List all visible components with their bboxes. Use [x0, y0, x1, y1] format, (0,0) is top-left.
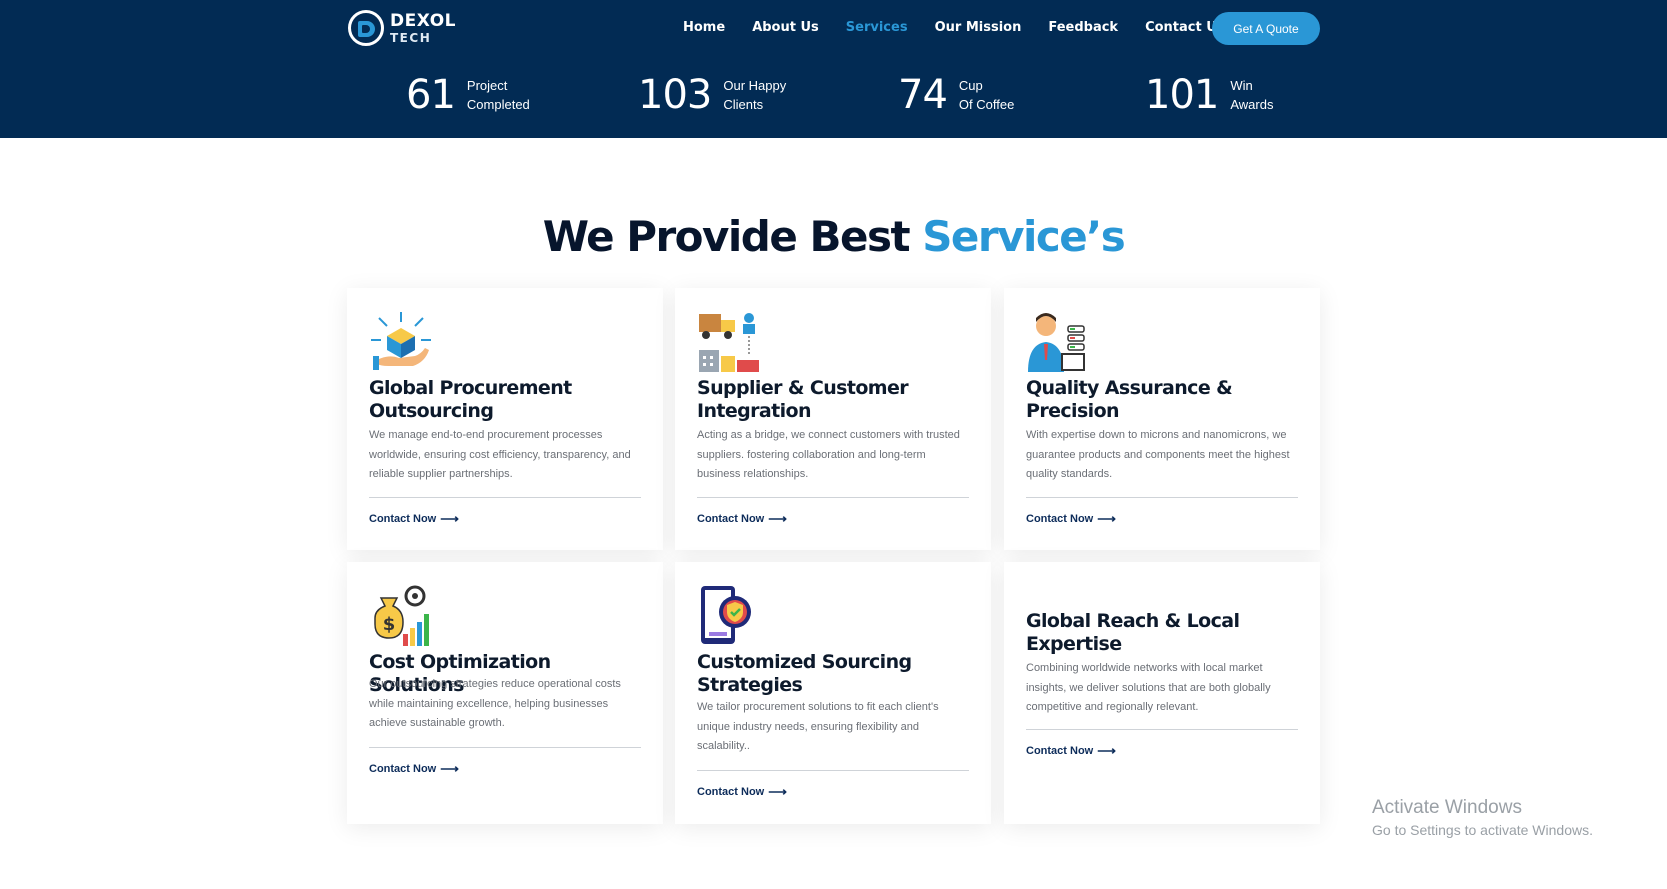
procurement-hand-icon: [371, 312, 431, 370]
contact-now-link[interactable]: Contact Now ⟶: [697, 784, 787, 800]
card-desc-line1: We manage end-to-end procurement process…: [369, 429, 603, 441]
arrow-right-icon: ⟶: [1097, 511, 1116, 526]
service-card-cost-optimization: $ Cost Optimization Solutions Our outsou…: [347, 562, 663, 824]
stat-value: 61: [406, 72, 456, 118]
arrow-right-icon: ⟶: [440, 761, 459, 776]
card-desc-line3: business relationships.: [697, 468, 809, 480]
logo-text-line2: TECH: [390, 30, 432, 45]
service-card-global-procurement: Global Procurement Outsourcing We manage …: [347, 288, 663, 550]
card-desc-line1: We tailor procurement solutions to fit e…: [697, 701, 939, 713]
card-desc-line2: insights, we deliver solutions that are …: [1026, 681, 1271, 694]
card-title-line2: Precision: [1026, 400, 1120, 422]
arrow-right-icon: ⟶: [440, 511, 459, 526]
stat-value: 74: [898, 72, 948, 118]
card-title-line1: Global Reach & Local: [1026, 610, 1240, 632]
section-title: We Provide Best Service’s: [0, 212, 1667, 261]
supply-chain-icon: [699, 313, 759, 372]
card-divider: [1026, 497, 1298, 498]
contact-now-label: Contact Now: [697, 786, 765, 798]
logo[interactable]: DEXOL TECH: [348, 10, 456, 46]
card-divider: [697, 770, 969, 771]
card-desc-line1: Combining worldwide networks with local …: [1026, 662, 1263, 674]
card-desc-line2: guarantee products and components meet t…: [1026, 448, 1290, 461]
card-desc-line1: Our outsourcing strategies reduce operat…: [369, 678, 621, 690]
card-desc-line2: worldwide, ensuring cost efficiency, tra…: [369, 448, 631, 461]
section-title-main: We Provide Best: [542, 212, 923, 261]
svg-text:$: $: [383, 614, 396, 635]
contact-now-label: Contact Now: [697, 513, 765, 525]
contact-now-link[interactable]: Contact Now ⟶: [1026, 511, 1116, 527]
card-title-line2: Expertise: [1026, 633, 1122, 655]
nav-our-mission[interactable]: Our Mission: [935, 20, 1022, 35]
card-desc-line3: scalability..: [697, 740, 750, 752]
nav-services[interactable]: Services: [846, 20, 908, 35]
card-desc-line3: reliable supplier partnerships.: [369, 468, 513, 480]
contact-now-link[interactable]: Contact Now ⟶: [697, 511, 787, 527]
card-desc-line3: competitive and regionally relevant.: [1026, 701, 1199, 713]
contact-now-label: Contact Now: [1026, 745, 1094, 757]
section-title-accent: Service’s: [922, 212, 1126, 261]
stat-label-line2: Clients: [723, 97, 764, 112]
phone-gear-shield-icon: [701, 586, 751, 644]
contact-now-link[interactable]: Contact Now ⟶: [369, 511, 459, 527]
contact-now-label: Contact Now: [1026, 513, 1094, 525]
arrow-right-icon: ⟶: [768, 784, 787, 799]
card-title-line1: Global Procurement: [369, 377, 572, 399]
card-desc-line2: unique industry needs, ensuring flexibil…: [697, 720, 919, 733]
nav-feedback[interactable]: Feedback: [1048, 20, 1118, 35]
stat-label-line1: Our Happy: [723, 78, 787, 93]
stat-label-line2: Of Coffee: [958, 97, 1015, 112]
arrow-right-icon: ⟶: [1097, 743, 1116, 758]
nav-about-us[interactable]: About Us: [752, 20, 819, 35]
nav-home[interactable]: Home: [683, 20, 725, 35]
arrow-right-icon: ⟶: [768, 511, 787, 526]
card-desc-line3: quality standards.: [1026, 468, 1113, 480]
card-desc-line2: suppliers. fostering collaboration and l…: [697, 448, 926, 461]
stat-label-line2: Completed: [466, 97, 530, 112]
card-title-line2: Outsourcing: [369, 400, 494, 422]
card-divider: [697, 497, 969, 498]
stat-projects: 61 Project Completed: [406, 72, 530, 118]
service-card-quality-assurance: Quality Assurance & Precision With expert…: [1004, 288, 1320, 550]
main-nav: Home About Us Services Our Mission Feedb…: [683, 20, 1252, 35]
service-card-supplier-customer: Supplier & Customer Integration Acting as…: [675, 288, 991, 550]
stat-coffee: 74 Cup Of Coffee: [898, 72, 1014, 118]
card-title-line2: Strategies: [697, 674, 803, 696]
card-title-line2: Integration: [697, 400, 812, 422]
card-title-line1: Customized Sourcing: [697, 651, 912, 673]
stat-label-line2: Awards: [1230, 97, 1274, 112]
service-card-global-reach: Global Reach & Local Expertise Combining …: [1004, 562, 1320, 824]
get-a-quote-button[interactable]: Get A Quote: [1212, 12, 1320, 45]
stat-label-line1: Cup: [958, 78, 983, 93]
stat-value: 103: [638, 72, 712, 118]
logo-mark-icon: [348, 10, 384, 46]
watermark-line1: Activate Windows: [1372, 797, 1522, 818]
stat-awards: 101 Win Awards: [1145, 72, 1273, 118]
card-divider: [1026, 729, 1298, 730]
card-title-line1: Quality Assurance &: [1026, 377, 1233, 399]
stat-value: 101: [1145, 72, 1219, 118]
site-header: DEXOL TECH Home About Us Services Our Mi…: [0, 0, 1667, 138]
logo-text-line1: DEXOL: [390, 10, 457, 31]
windows-activation-watermark: Activate Windows Go to Settings to activ…: [1372, 797, 1593, 838]
card-divider: [369, 747, 641, 748]
contact-now-link[interactable]: Contact Now ⟶: [1026, 743, 1116, 759]
watermark-line2: Go to Settings to activate Windows.: [1372, 822, 1593, 838]
contact-now-label: Contact Now: [369, 513, 437, 525]
stat-clients: 103 Our Happy Clients: [638, 72, 786, 118]
stat-label-line1: Project: [466, 78, 508, 93]
card-title-line1: Supplier & Customer: [697, 377, 909, 399]
contact-now-label: Contact Now: [369, 763, 437, 775]
stat-label-line1: Win: [1230, 78, 1253, 93]
card-divider: [369, 497, 641, 498]
card-desc-line2: while maintaining excellence, helping bu…: [369, 697, 609, 710]
card-desc-line3: achieve sustainable growth.: [369, 717, 505, 729]
money-bag-chart-icon: $: [374, 585, 429, 646]
contact-now-link[interactable]: Contact Now ⟶: [369, 761, 459, 777]
card-desc-line1: Acting as a bridge, we connect customers…: [697, 429, 960, 441]
card-desc-line1: With expertise down to microns and nanom…: [1026, 429, 1287, 441]
service-card-customized-sourcing: Customized Sourcing Strategies We tailor …: [675, 562, 991, 824]
engineer-icon: [1028, 313, 1085, 372]
